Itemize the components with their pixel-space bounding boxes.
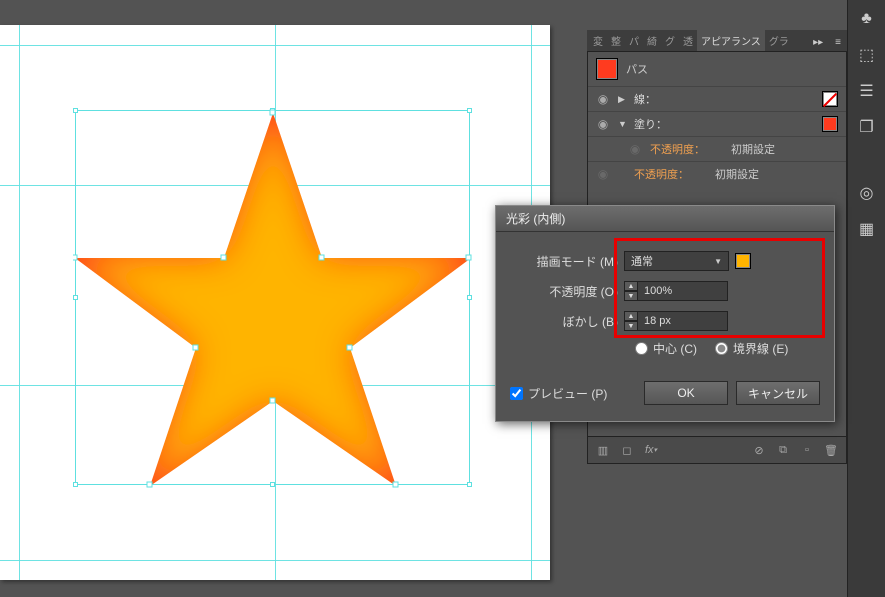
opacity-row[interactable]: ◉ 不透明度： 初期設定 bbox=[588, 161, 846, 186]
tab[interactable]: グラ bbox=[765, 30, 793, 51]
cancel-button[interactable]: キャンセル bbox=[736, 381, 820, 405]
blend-mode-dropdown[interactable]: 通常 ▼ bbox=[624, 251, 729, 271]
guide-h[interactable] bbox=[0, 45, 550, 46]
fill-swatch[interactable] bbox=[822, 116, 838, 132]
panel-expand-icon[interactable]: ▸▸ bbox=[807, 34, 829, 51]
tab[interactable]: パ bbox=[625, 30, 643, 51]
stack-icon[interactable]: ❐ bbox=[854, 114, 880, 140]
object-type-label: パス bbox=[626, 61, 648, 77]
dialog-title[interactable]: 光彩 (内側) bbox=[496, 206, 834, 232]
visibility-toggle[interactable]: ◉ bbox=[628, 142, 642, 156]
tab[interactable]: 整 bbox=[607, 30, 625, 51]
marquee-icon[interactable]: ⬚ bbox=[854, 42, 880, 68]
layers-icon[interactable]: ▥ bbox=[594, 441, 612, 459]
opacity-label: 不透明度： bbox=[650, 141, 705, 157]
glow-color-swatch[interactable] bbox=[735, 253, 751, 269]
radio-edge[interactable]: 境界線 (E) bbox=[715, 340, 788, 357]
opacity-stepper[interactable]: ▲▼ bbox=[624, 281, 728, 301]
blur-stepper[interactable]: ▲▼ bbox=[624, 311, 728, 331]
visibility-toggle[interactable]: ◉ bbox=[596, 92, 610, 106]
blend-mode-label: 描画モード (M) bbox=[510, 253, 618, 270]
opacity-value[interactable]: 初期設定 bbox=[715, 166, 759, 182]
stroke-row[interactable]: ◉ ▶ 線： bbox=[588, 86, 846, 111]
fill-label: 塗り： bbox=[634, 116, 689, 132]
expand-icon[interactable]: ▶ bbox=[618, 94, 626, 105]
opacity-value[interactable]: 初期設定 bbox=[731, 141, 775, 157]
fx-icon[interactable]: fx▾ bbox=[642, 441, 660, 459]
guide-v[interactable] bbox=[19, 25, 20, 580]
tab-appearance[interactable]: アピアランス bbox=[697, 30, 765, 51]
preview-checkbox[interactable]: プレビュー (P) bbox=[510, 385, 636, 402]
step-down[interactable]: ▼ bbox=[624, 321, 638, 331]
ok-button[interactable]: OK bbox=[644, 381, 728, 405]
visibility-toggle[interactable]: ◉ bbox=[596, 117, 610, 131]
swatch-icon[interactable]: ▦ bbox=[854, 216, 880, 242]
stroke-label: 線： bbox=[634, 91, 689, 107]
star-shape[interactable] bbox=[73, 108, 473, 488]
step-down[interactable]: ▼ bbox=[624, 291, 638, 301]
object-thumbnail[interactable] bbox=[596, 58, 618, 80]
appearance-header: パス bbox=[588, 52, 846, 86]
opacity-subrow[interactable]: ◉ 不透明度： 初期設定 bbox=[588, 136, 846, 161]
clear-icon[interactable]: ⊘ bbox=[750, 441, 768, 459]
canvas-area[interactable] bbox=[0, 0, 580, 597]
circles-icon[interactable]: ◎ bbox=[854, 180, 880, 206]
step-up[interactable]: ▲ bbox=[624, 281, 638, 291]
blur-input[interactable] bbox=[638, 311, 728, 331]
opacity-label: 不透明度 (O) bbox=[510, 283, 618, 300]
expand-icon[interactable]: ▼ bbox=[618, 119, 626, 129]
tab[interactable]: グ bbox=[661, 30, 679, 51]
panel-menu-icon[interactable]: ≡ bbox=[829, 34, 847, 51]
radio-center[interactable]: 中心 (C) bbox=[635, 340, 697, 357]
tab[interactable]: 綺 bbox=[643, 30, 661, 51]
panel-tabs: 変 整 パ 綺 グ 透 アピアランス グラ ▸▸ ≡ bbox=[587, 30, 847, 52]
appearance-footer: ▥ ◻ fx▾ ⊘ ⧉ ▫ 🗑 bbox=[588, 436, 846, 463]
fill-row[interactable]: ◉ ▼ 塗り： bbox=[588, 111, 846, 136]
visibility-toggle[interactable]: ◉ bbox=[596, 167, 610, 181]
club-icon[interactable]: ♣ bbox=[854, 6, 880, 32]
blur-label: ぼかし (B) bbox=[510, 313, 618, 330]
trash-icon[interactable]: 🗑 bbox=[822, 441, 840, 459]
chevron-down-icon: ▼ bbox=[714, 257, 722, 266]
stroke-swatch[interactable] bbox=[822, 91, 838, 107]
opacity-input[interactable] bbox=[638, 281, 728, 301]
opacity-label: 不透明度： bbox=[634, 166, 689, 182]
stroke-icon[interactable]: ◻ bbox=[618, 441, 636, 459]
bars-icon[interactable]: ☰ bbox=[854, 78, 880, 104]
step-up[interactable]: ▲ bbox=[624, 311, 638, 321]
guide-h[interactable] bbox=[0, 560, 550, 561]
tab[interactable]: 変 bbox=[589, 30, 607, 51]
new-icon[interactable]: ▫ bbox=[798, 441, 816, 459]
right-dock: ♣ ⬚ ☰ ❐ ◎ ▦ bbox=[847, 0, 885, 597]
inner-glow-dialog: 光彩 (内側) 描画モード (M) 通常 ▼ 不透明度 (O) ▲▼ ぼかし (… bbox=[495, 205, 835, 422]
duplicate-icon[interactable]: ⧉ bbox=[774, 441, 792, 459]
artboard[interactable] bbox=[0, 25, 550, 580]
tab[interactable]: 透 bbox=[679, 30, 697, 51]
